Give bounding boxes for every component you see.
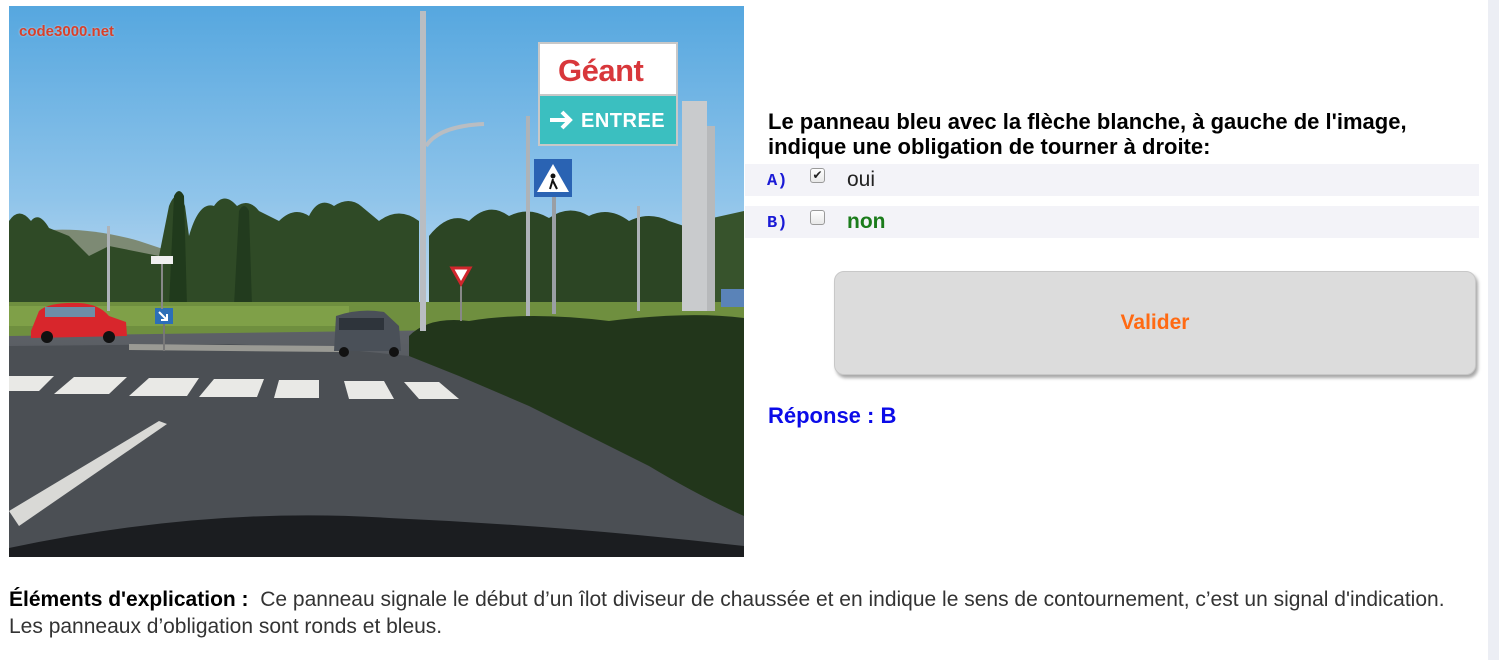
response-text: Réponse : B xyxy=(768,403,897,428)
page-edge xyxy=(1488,0,1499,660)
answer-a-checkbox[interactable]: ✔ xyxy=(810,168,825,183)
answer-label: oui xyxy=(847,168,876,191)
watermark: code3000.net xyxy=(19,23,115,40)
answer-letter: A) xyxy=(767,172,788,191)
answer-letter: B) xyxy=(767,214,788,233)
entrance-sign: ENTREE xyxy=(581,110,666,132)
answer-label: non xyxy=(847,210,886,233)
explanation-label: Éléments d'explication : xyxy=(9,588,249,611)
scene-photo: code3000.net Géant ENTREE xyxy=(9,6,744,557)
store-sign: Géant xyxy=(558,53,644,88)
answer-b-checkbox[interactable] xyxy=(810,210,825,225)
question-text: Le panneau bleu avec la flèche blanche, … xyxy=(768,109,1407,159)
validate-button[interactable]: Valider xyxy=(834,271,1476,375)
answer-option-b[interactable]: B) non xyxy=(745,206,1479,238)
answer-option-a[interactable]: A) ✔ oui xyxy=(745,164,1479,196)
explanation: Éléments d'explication : Ce panneau sign… xyxy=(9,586,1479,640)
